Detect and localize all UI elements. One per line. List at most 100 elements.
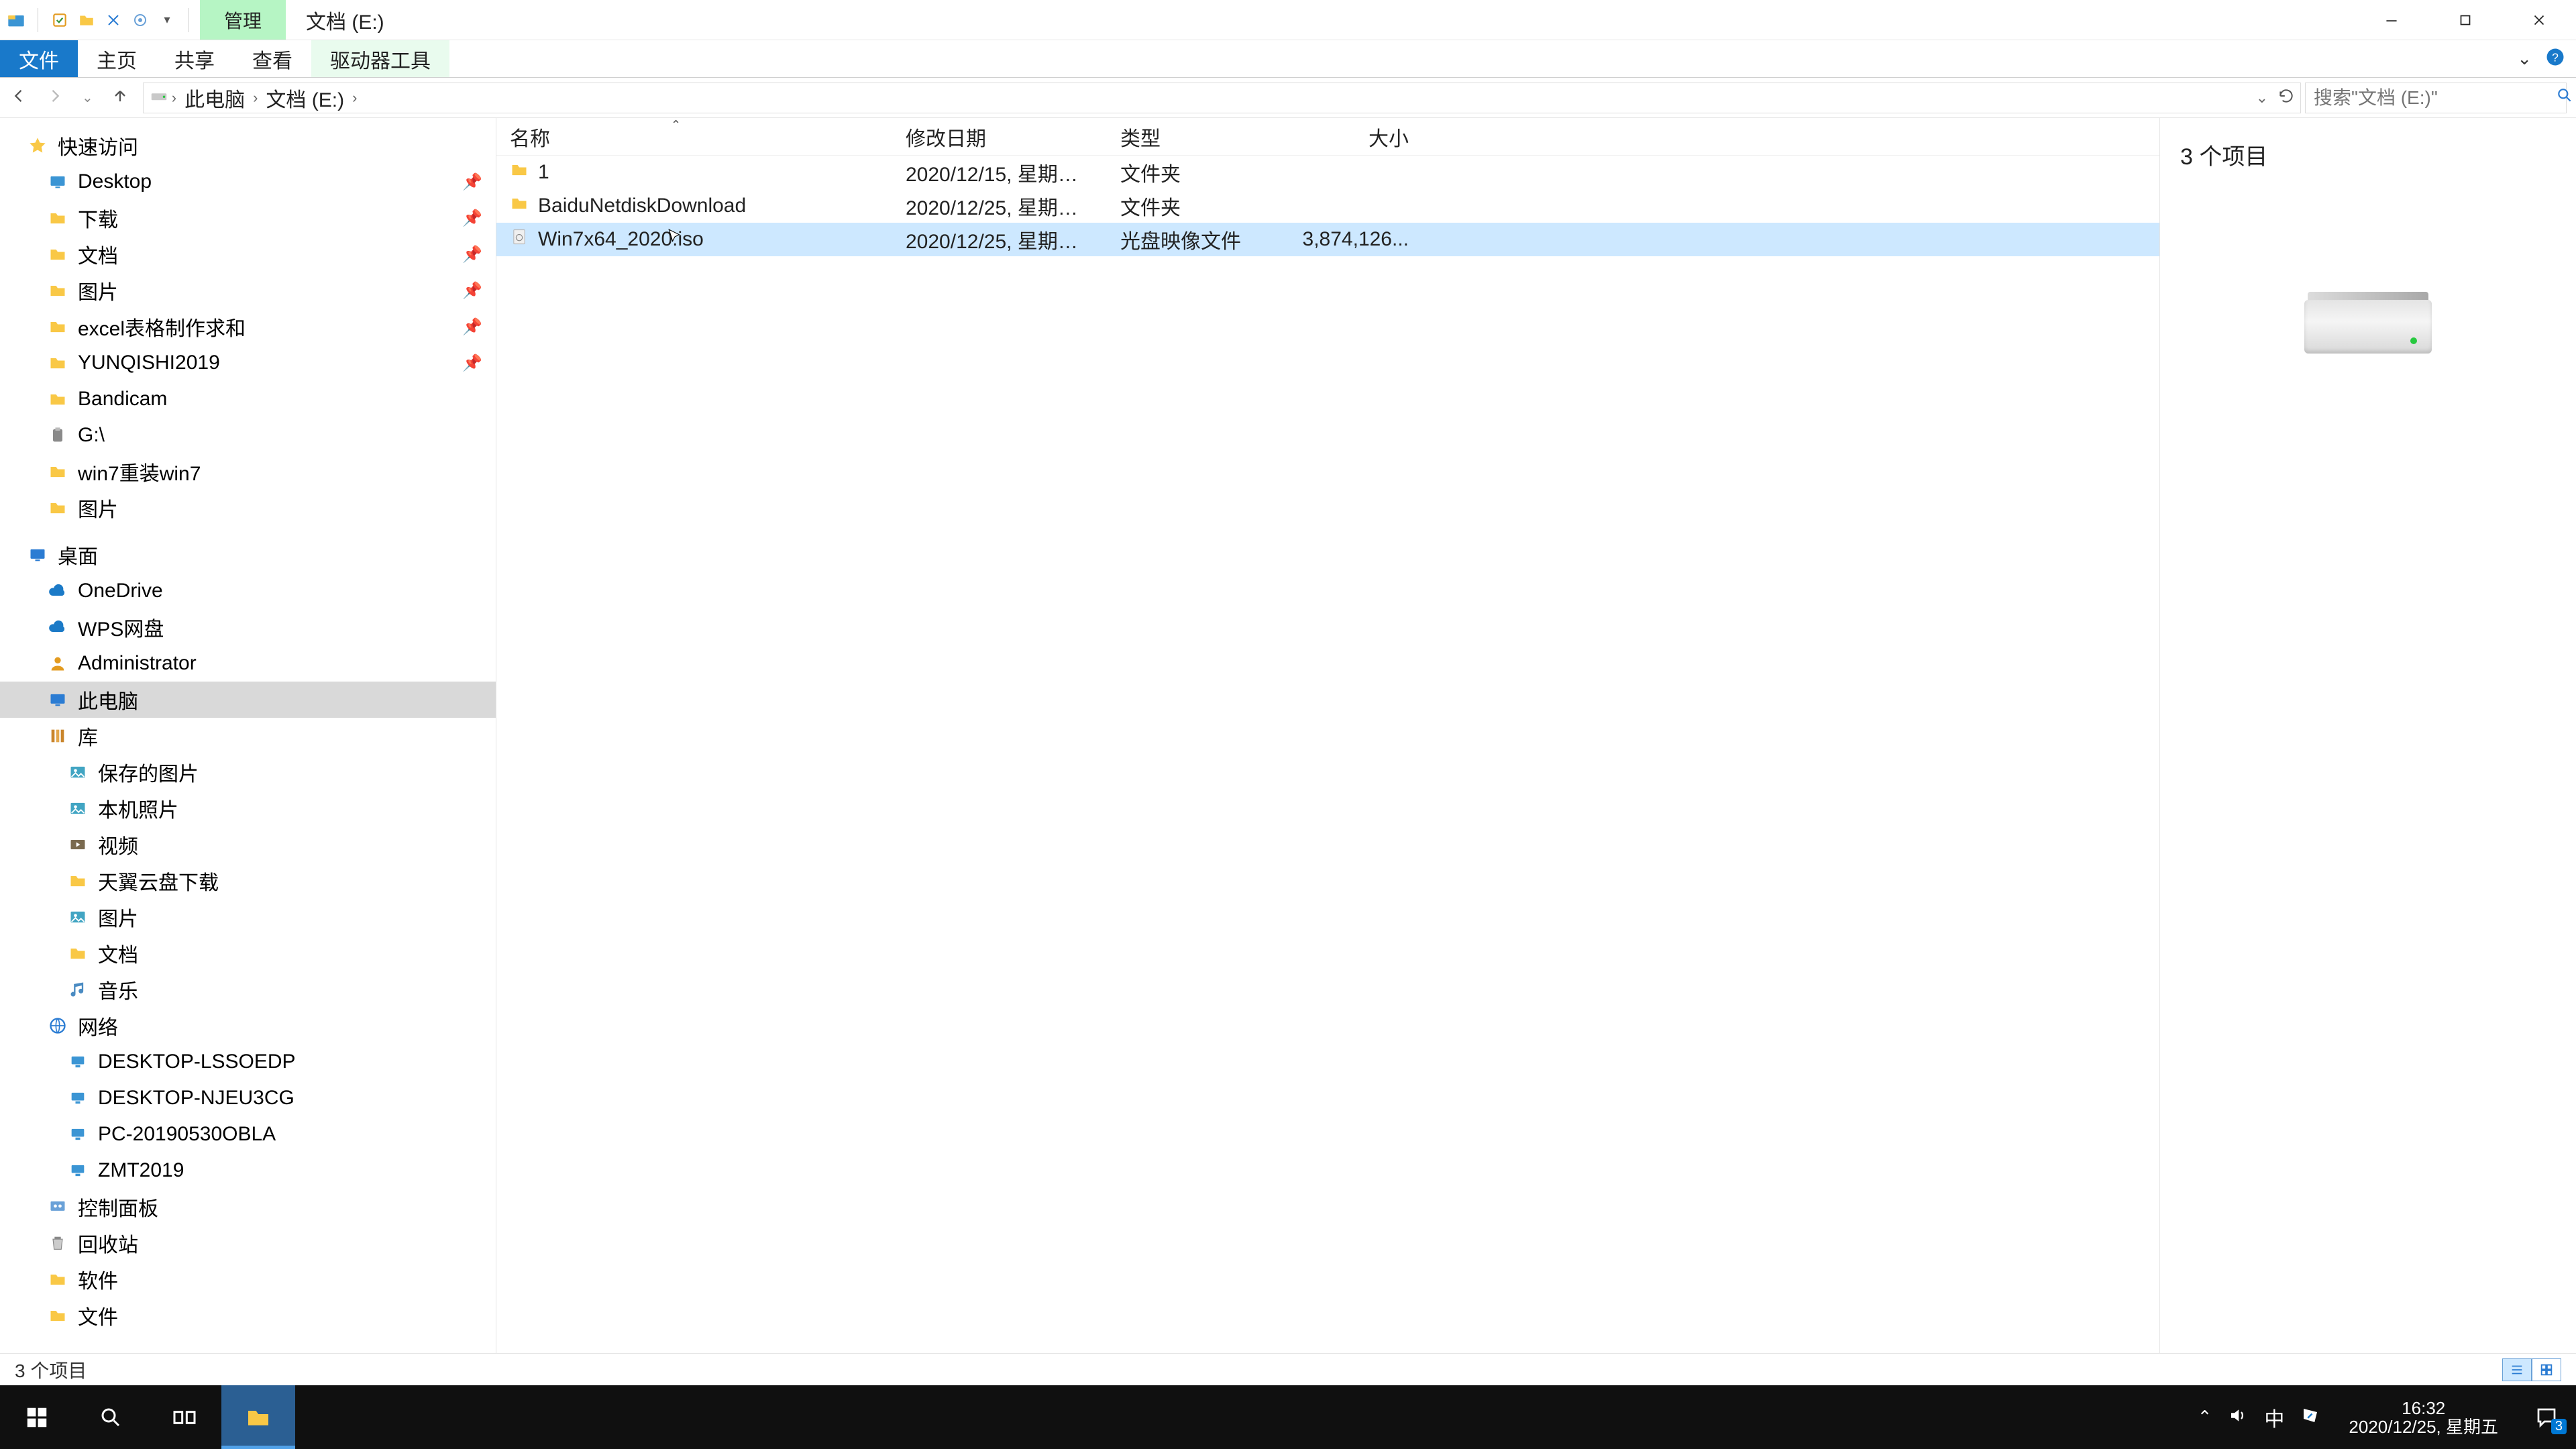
close-button[interactable] [2502,0,2576,40]
network-header[interactable]: 网络 [0,1008,496,1044]
nav-item[interactable]: G:\ [0,417,496,453]
tab-share[interactable]: 共享 [156,40,233,77]
qat-close-icon[interactable] [104,11,123,30]
nav-item[interactable]: 文档 [0,935,496,971]
search-input[interactable] [2314,87,2556,109]
expand-ribbon-icon[interactable]: ⌄ [2517,48,2532,69]
refresh-icon[interactable] [2277,87,2295,108]
nav-item[interactable]: excel表格制作求和📌 [0,309,496,345]
minimize-button[interactable] [2355,0,2428,40]
nav-item[interactable]: 文件 [0,1297,496,1334]
qat-dropdown-icon[interactable]: ▾ [158,11,176,30]
folder-icon [47,461,68,482]
taskbar-explorer-button[interactable] [221,1385,295,1449]
nav-item[interactable]: PC-20190530OBLA [0,1116,496,1152]
nav-item[interactable]: Desktop📌 [0,164,496,200]
security-icon[interactable] [2300,1405,2320,1429]
nav-item-label: 图片 [78,493,118,523]
nav-item[interactable]: 软件 [0,1261,496,1297]
nav-item[interactable]: win7重装win7 [0,453,496,490]
recent-dropdown-icon[interactable]: ⌄ [82,89,93,106]
column-name[interactable]: 名称 ⌃ [496,122,892,152]
volume-icon[interactable] [2228,1405,2248,1429]
nav-item-label: 控制面板 [78,1192,158,1222]
iso-icon [510,227,529,252]
quick-access-header[interactable]: 快速访问 [0,127,496,164]
nav-item[interactable]: Administrator [0,645,496,682]
nav-item-label: 此电脑 [78,685,138,714]
column-date[interactable]: 修改日期 [892,122,1107,152]
nav-item[interactable]: ZMT2019 [0,1152,496,1189]
nav-item[interactable]: 视频 [0,826,496,863]
nav-item[interactable]: 图片 [0,490,496,526]
nav-item[interactable]: DESKTOP-LSSOEDP [0,1044,496,1080]
help-icon[interactable]: ? [2545,47,2565,70]
desktop-header[interactable]: 桌面 [0,537,496,573]
tab-home[interactable]: 主页 [78,40,156,77]
qat-newfolder-icon[interactable] [77,11,96,30]
view-toggle [2502,1358,2561,1381]
nav-item[interactable]: Bandicam [0,381,496,417]
nav-item[interactable]: 图片📌 [0,272,496,309]
task-view-button[interactable] [148,1385,221,1449]
nav-item-label: win7重装win7 [78,457,201,486]
file-row[interactable]: BaiduNetdiskDownload2020/12/25, 星期五 1...… [496,189,2159,223]
nav-item[interactable]: 本机照片 [0,790,496,826]
details-view-button[interactable] [2502,1358,2532,1381]
netpc-icon [67,1051,89,1073]
tab-share-label: 共享 [174,44,215,74]
nav-item-label: DESKTOP-NJEU3CG [98,1087,294,1110]
svg-text:?: ? [2552,50,2559,64]
nav-item[interactable]: DESKTOP-NJEU3CG [0,1080,496,1116]
tab-drive-tools[interactable]: 驱动器工具 [311,40,449,77]
start-button[interactable] [0,1385,74,1449]
taskbar-search-button[interactable] [74,1385,148,1449]
back-button[interactable] [9,87,28,109]
file-list[interactable]: 12020/12/15, 星期二 1...文件夹BaiduNetdiskDown… [496,156,2159,1353]
qat-settings-icon[interactable] [131,11,150,30]
action-center-button[interactable]: 3 [2526,1401,2567,1434]
nav-item[interactable]: OneDrive [0,573,496,609]
nav-item[interactable]: 此电脑 [0,682,496,718]
tab-view[interactable]: 查看 [233,40,311,77]
nav-item[interactable]: WPS网盘 [0,609,496,645]
column-size[interactable]: 大小 [1288,122,1422,152]
nav-item[interactable]: 回收站 [0,1225,496,1261]
column-type[interactable]: 类型 [1107,122,1288,152]
navigation-pane[interactable]: 快速访问 Desktop📌下载📌文档📌图片📌excel表格制作求和📌YUNQIS… [0,118,496,1353]
nav-item[interactable]: 文档📌 [0,236,496,272]
file-row[interactable]: 12020/12/15, 星期二 1...文件夹 [496,156,2159,189]
nav-item[interactable]: 天翼云盘下载 [0,863,496,899]
nav-item[interactable]: 下载📌 [0,200,496,236]
nav-item[interactable]: YUNQISHI2019📌 [0,345,496,381]
search-box[interactable] [2305,83,2567,113]
taskbar-clock[interactable]: 16:32 2020/12/25, 星期五 [2337,1399,2510,1436]
address-dropdown-icon[interactable]: ⌄ [2256,89,2268,107]
ime-indicator[interactable]: 中 [2264,1403,2284,1432]
nav-item[interactable]: 图片 [0,899,496,935]
breadcrumb-this-pc[interactable]: 此电脑 [184,83,245,113]
tab-file[interactable]: 文件 [0,40,78,77]
file-row[interactable]: Win7x64_2020.iso2020/12/25, 星期五 1...光盘映像… [496,223,2159,256]
breadcrumb-chevron-icon[interactable]: › [352,89,357,107]
qat-properties-icon[interactable] [50,11,69,30]
forward-button[interactable] [46,87,64,109]
nav-item[interactable]: 库 [0,718,496,754]
nav-item[interactable]: 音乐 [0,971,496,1008]
nav-item-label: 文档 [98,938,138,968]
contextual-tab-manage[interactable]: 管理 [200,0,286,40]
folder-icon [47,352,68,374]
address-bar[interactable]: › 此电脑 › 文档 (E:) › ⌄ [143,83,2301,113]
nav-item[interactable]: 控制面板 [0,1189,496,1225]
nav-item[interactable]: 保存的图片 [0,754,496,790]
breadcrumb-chevron-icon[interactable]: › [253,89,258,107]
tray-overflow-icon[interactable]: ⌃ [2198,1407,2212,1428]
maximize-button[interactable] [2428,0,2502,40]
nav-item-label: G:\ [78,424,105,447]
large-icons-view-button[interactable] [2532,1358,2561,1381]
breadcrumb-chevron-icon[interactable]: › [172,89,176,107]
search-icon[interactable] [2556,87,2573,109]
file-type: 文件夹 [1107,191,1288,221]
breadcrumb-drive[interactable]: 文档 (E:) [266,83,344,113]
up-button[interactable] [111,87,129,109]
